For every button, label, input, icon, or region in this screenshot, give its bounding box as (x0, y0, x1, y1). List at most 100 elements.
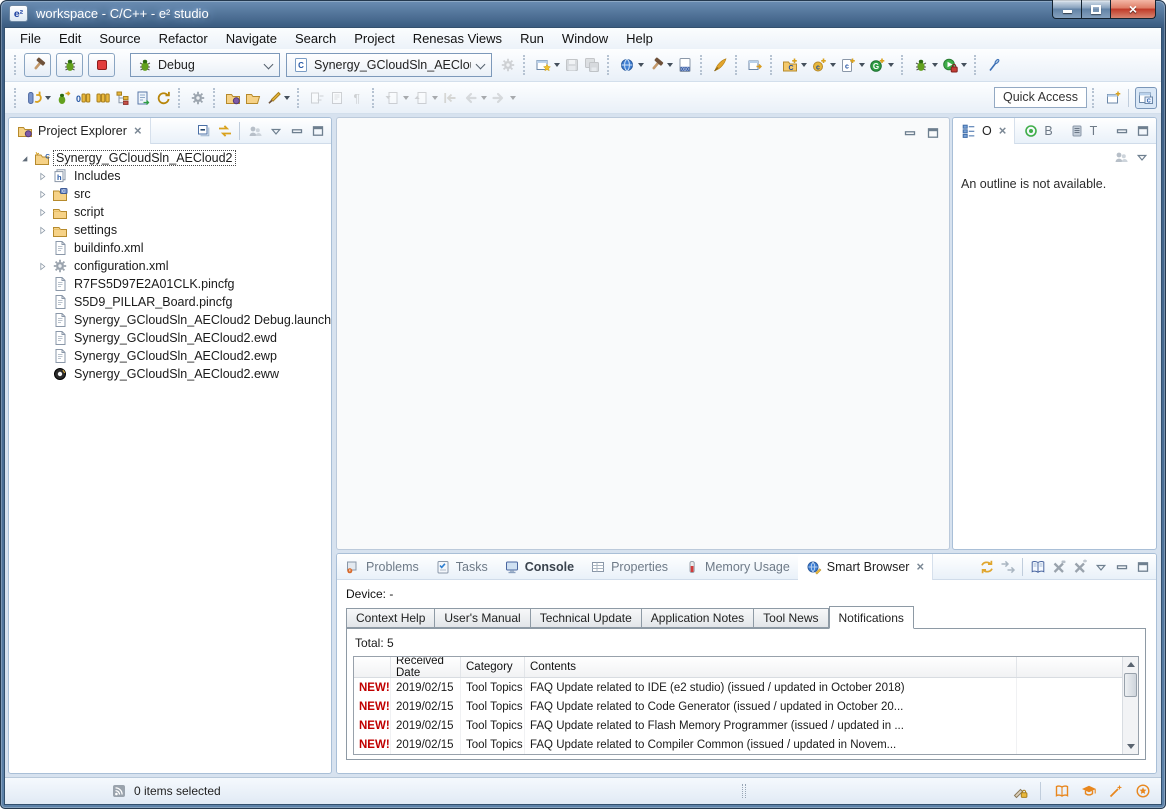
table-scrollbar[interactable] (1122, 657, 1138, 754)
refresh-gold-button[interactable] (976, 557, 997, 577)
minimize-button[interactable] (1111, 121, 1132, 141)
tree-item[interactable]: Synergy_GCloudSln_AECloud2 Debug.launch (9, 311, 331, 329)
browser-tab-technical-update[interactable]: Technical Update (531, 608, 642, 628)
bug-button[interactable] (56, 53, 83, 77)
table-row[interactable]: NEW!2019/02/15Tool TopicsFAQ Update rela… (354, 678, 1138, 697)
close-icon[interactable]: × (916, 559, 924, 574)
dropdown-arrow-icon[interactable] (638, 63, 644, 67)
browser-tab-context-help[interactable]: Context Help (346, 608, 435, 628)
restore-button[interactable] (1081, 0, 1111, 19)
scroll-down-icon[interactable] (1123, 739, 1138, 754)
globe-button[interactable] (617, 53, 646, 77)
editor-area[interactable] (336, 117, 950, 550)
close-icon[interactable]: × (134, 123, 142, 138)
book-orange-button[interactable] (1051, 781, 1072, 801)
gear-button[interactable] (188, 86, 208, 110)
dropdown-arrow-icon[interactable] (45, 96, 51, 100)
people-button[interactable] (244, 121, 265, 141)
dropdown-arrow-icon[interactable] (932, 63, 938, 67)
dropdown-arrow-icon[interactable] (432, 96, 438, 100)
menu-file[interactable]: File (11, 29, 50, 48)
dropdown-arrow-icon[interactable] (830, 63, 836, 67)
tree-item[interactable]: buildinfo.xml (9, 239, 331, 257)
book-button[interactable] (1027, 557, 1048, 577)
tree-item[interactable]: S5D9_PILLAR_Board.pincfg (9, 293, 331, 311)
dropdown-arrow-icon[interactable] (510, 96, 516, 100)
tab-tasks[interactable]: Tasks (427, 554, 496, 580)
skip-arrows-button[interactable] (997, 557, 1018, 577)
new-wizard-button[interactable] (533, 53, 562, 77)
combo-chevron-icon[interactable] (264, 61, 273, 70)
x-clear-button[interactable] (1069, 557, 1090, 577)
disconnect-button[interactable] (984, 53, 1004, 77)
arrow-bar-left-button[interactable] (440, 86, 460, 110)
link-editor-button[interactable] (214, 121, 235, 141)
minimize-button[interactable] (1111, 557, 1132, 577)
feather-button[interactable] (710, 53, 730, 77)
column-header[interactable] (354, 657, 391, 677)
tab-console[interactable]: Console (496, 554, 582, 580)
column-header-contents[interactable]: Contents (525, 657, 1017, 677)
browser-tab-notifications[interactable]: Notifications (829, 606, 914, 629)
folder-ball-button[interactable] (223, 86, 243, 110)
column-header[interactable] (1017, 657, 1138, 677)
tree-item[interactable]: hIncludes (9, 167, 331, 185)
save-button[interactable] (562, 53, 582, 77)
tree-item[interactable]: Synergy_GCloudSln_AECloud2.ewd (9, 329, 331, 347)
browser-tab-user-s-manual[interactable]: User's Manual (435, 608, 530, 628)
menu-renesas-views[interactable]: Renesas Views (404, 29, 511, 48)
io-bars-button[interactable]: 0 (73, 86, 93, 110)
table-row[interactable]: NEW!2019/02/15Tool TopicsFAQ Update rela… (354, 697, 1138, 716)
wand-orange-button[interactable] (1105, 781, 1126, 801)
toolbar-grip[interactable] (14, 88, 19, 108)
tab-smart-browser[interactable]: Smart Browser× (798, 554, 933, 580)
toolbar-grip[interactable] (14, 55, 19, 75)
doc-down-button[interactable] (382, 86, 411, 110)
tab-outline-t[interactable]: T (1061, 118, 1106, 144)
convert-button[interactable] (307, 86, 327, 110)
folder-open-button[interactable] (243, 86, 263, 110)
menu-run[interactable]: Run (511, 29, 553, 48)
dropdown-arrow-icon[interactable] (888, 63, 894, 67)
dropdown-arrow-icon[interactable] (554, 63, 560, 67)
scrollbar-thumb[interactable] (1124, 673, 1137, 697)
close-button[interactable]: × (1110, 0, 1156, 19)
maximize-button[interactable] (307, 121, 328, 141)
tab-project-explorer[interactable]: Project Explorer× (9, 118, 151, 144)
pen-lock-button[interactable] (1009, 781, 1030, 801)
tree-item[interactable]: settings (9, 221, 331, 239)
maximize-button[interactable] (922, 123, 943, 143)
menu-edit[interactable]: Edit (50, 29, 90, 48)
titlebar[interactable]: e² workspace - C/C++ - e² studio × (0, 0, 1166, 27)
bars-00-button[interactable] (93, 86, 113, 110)
tree-collapsed-arrow-icon[interactable] (37, 186, 48, 202)
minimize-button[interactable] (286, 121, 307, 141)
menu-refactor[interactable]: Refactor (150, 29, 217, 48)
new-c-app-button[interactable]: c (809, 53, 838, 77)
tree-item[interactable]: script (9, 203, 331, 221)
launch-config-combo[interactable]: CSynergy_GCloudSln_AECloud2 Deb (286, 53, 492, 77)
arrow-fwd-button[interactable] (489, 86, 518, 110)
tree-item[interactable]: configuration.xml (9, 257, 331, 275)
menu-window[interactable]: Window (553, 29, 617, 48)
gear-button[interactable] (498, 53, 518, 77)
tree-item[interactable]: Csrc (9, 185, 331, 203)
tree-item[interactable]: CSynergy_GCloudSln_AECloud2 (9, 149, 331, 167)
column-header-category[interactable]: Category (461, 657, 525, 677)
dropdown-arrow-icon[interactable] (961, 63, 967, 67)
tree-item[interactable]: R7FS5D97E2A01CLK.pincfg (9, 275, 331, 293)
tab-problems[interactable]: Problems (337, 554, 427, 580)
view-menu-button[interactable] (265, 121, 286, 141)
minimize-button[interactable] (1052, 0, 1082, 19)
quick-access-button[interactable]: Quick Access (994, 87, 1087, 108)
menu-help[interactable]: Help (617, 29, 662, 48)
doc-up-button[interactable] (411, 86, 440, 110)
restart-button[interactable] (153, 86, 173, 110)
memory-doc-button[interactable] (133, 86, 153, 110)
bug-button[interactable] (911, 53, 940, 77)
tree-collapsed-arrow-icon[interactable] (37, 222, 48, 238)
star-orange-button[interactable] (1132, 781, 1153, 801)
run-lock-button[interactable] (940, 53, 969, 77)
new-c-project-button[interactable]: C (780, 53, 809, 77)
menu-project[interactable]: Project (345, 29, 403, 48)
